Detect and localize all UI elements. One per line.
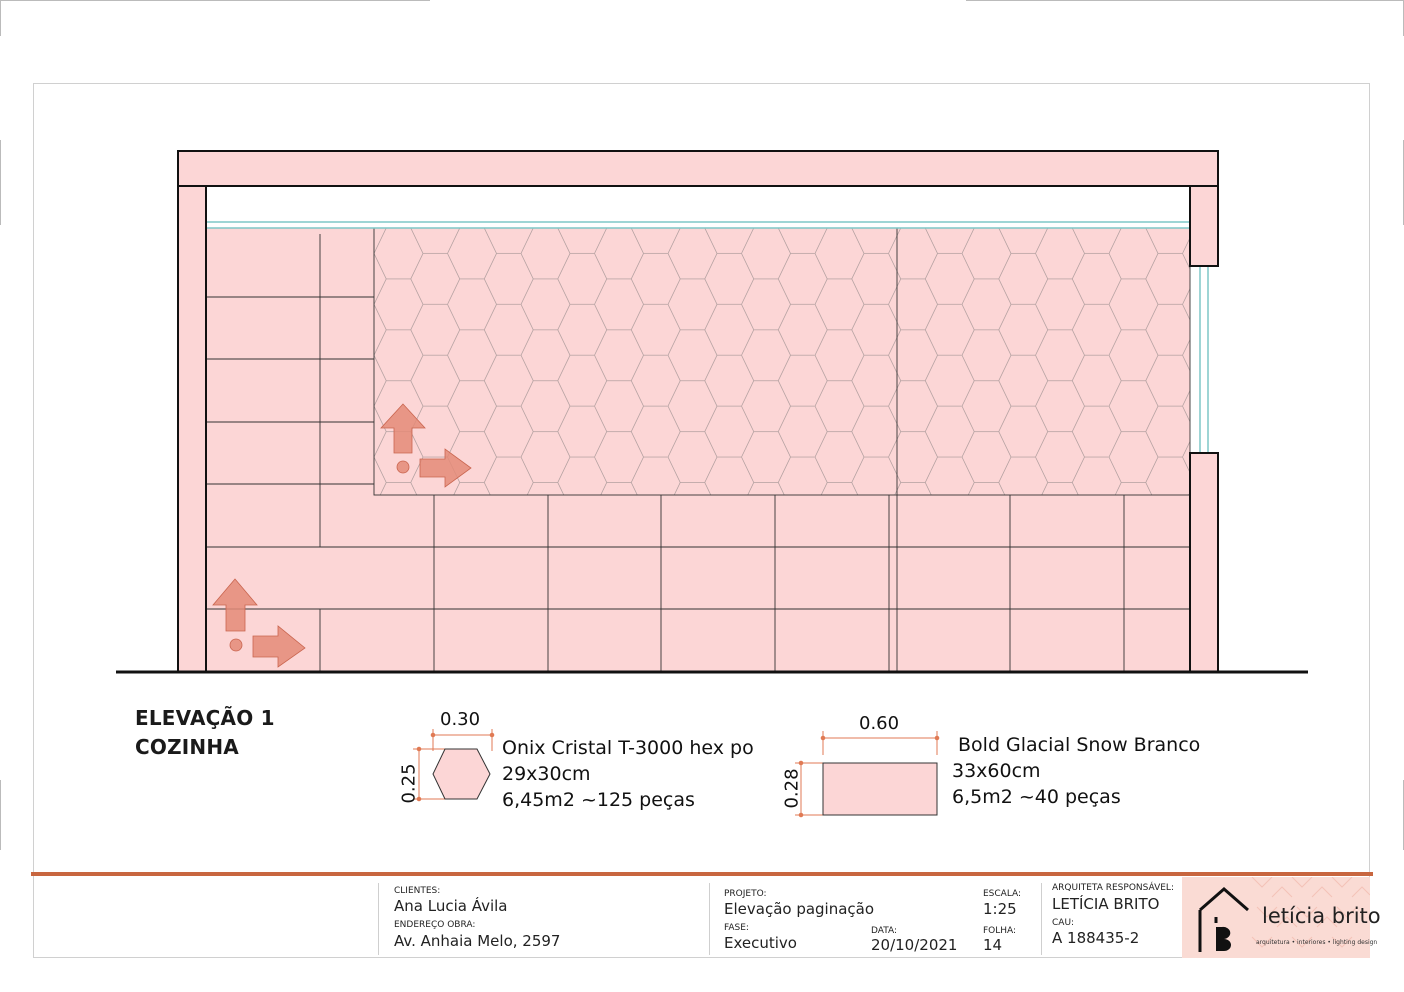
hex-tile-swatch: [432, 748, 491, 800]
rect-tile-description: Bold Glacial Snow Branco 33x60cm 6,5m2 ~…: [952, 732, 1200, 810]
title-block-divider: [31, 872, 1373, 876]
data-label: DATA:: [871, 926, 898, 936]
elevation-title-line1: ELEVAÇÃO 1: [135, 706, 275, 730]
rect-tile-quantity: 6,5m2 ~40 peças: [952, 786, 1121, 808]
arquiteta-value: LETÍCIA BRITO: [1052, 895, 1160, 913]
hex-width-dimension: 0.30: [440, 709, 481, 730]
folha-value: 14: [983, 936, 1003, 954]
house-b-icon: [1198, 887, 1249, 952]
escala-value: 1:25: [983, 900, 1017, 918]
hex-tile-name: Onix Cristal T-3000 hex po: [502, 737, 754, 759]
fase-value: Executivo: [724, 934, 797, 952]
cau-label: CAU:: [1052, 918, 1075, 928]
folha-label: FOLHA:: [983, 926, 1017, 936]
hex-height-dimension: 0.25: [398, 763, 420, 804]
rect-tile-name: Bold Glacial Snow Branco: [958, 734, 1201, 756]
rect-width-dimension: 0.60: [859, 713, 900, 734]
escala-label: ESCALA:: [983, 889, 1022, 899]
logo-tagline: arquitetura • interiores • lighting desi…: [1256, 939, 1378, 946]
title-block-separator: [378, 883, 379, 955]
arquiteta-label: ARQUITETA RESPONSÁVEL:: [1052, 883, 1174, 893]
clientes-value: Ana Lucia Ávila: [394, 897, 508, 915]
elevation-title: ELEVAÇÃO 1 COZINHA: [135, 704, 275, 762]
rect-height-dimension: 0.28: [781, 768, 803, 809]
data-value: 20/10/2021: [871, 936, 958, 954]
rect-tile-legend-graphic: [795, 731, 940, 818]
hex-tile-area: [373, 227, 1191, 496]
elevation-drawing: [116, 150, 1308, 674]
rect-tile-swatch: [822, 762, 938, 816]
projeto-label: PROJETO:: [724, 889, 767, 899]
endereco-value: Av. Anhaia Melo, 2597: [394, 932, 561, 950]
rect-tile-size: 33x60cm: [952, 760, 1041, 782]
clientes-label: CLIENTES:: [394, 886, 441, 896]
hex-tile-description: Onix Cristal T-3000 hex po 29x30cm 6,45m…: [502, 735, 754, 813]
crop-mark: [0, 780, 1, 850]
projeto-value: Elevação paginação: [724, 900, 875, 918]
title-block-separator: [1041, 883, 1042, 955]
hex-tile-size: 29x30cm: [502, 763, 591, 785]
title-block-separator: [709, 883, 710, 955]
cau-value: A 188435-2: [1052, 929, 1140, 947]
elevation-title-line2: COZINHA: [135, 735, 239, 759]
hex-tile-quantity: 6,45m2 ~125 peças: [502, 789, 695, 811]
fase-label: FASE:: [724, 923, 749, 933]
endereco-label: ENDEREÇO OBRA:: [394, 920, 476, 930]
logo-name: letícia brito: [1262, 904, 1381, 928]
